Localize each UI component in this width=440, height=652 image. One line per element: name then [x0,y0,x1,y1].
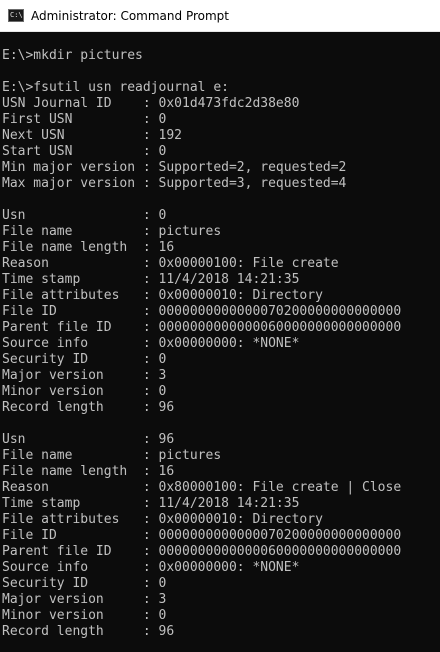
console-line: File attributes : 0x00000010: Directory [2,512,323,527]
console-line: File name length : 16 [2,240,175,255]
console-line: File name length : 16 [2,464,175,479]
console-line: Time stamp : 11/4/2018 14:21:35 [2,272,300,287]
console-line: Time stamp : 11/4/2018 14:21:35 [2,496,300,511]
console-line: File ID : 000000000000007020000000000000… [2,304,402,319]
console-line: Record length : 96 [2,624,175,639]
console-line: Record length : 96 [2,400,175,415]
console-line: E:\>mkdir pictures [2,48,143,63]
console-line: Max major version : Supported=3, request… [2,176,347,191]
cmd-icon: C:\ [8,9,24,22]
console-line: File name : pictures [2,224,222,239]
title-bar[interactable]: C:\ Administrator: Command Prompt [0,0,440,32]
window-title: Administrator: Command Prompt [31,9,229,23]
console-line: USN Journal ID : 0x01d473fdc2d38e80 [2,96,300,111]
command-prompt-window: C:\ Administrator: Command Prompt E:\>mk… [0,0,440,652]
console-line: E:\>fsutil usn readjournal e: [2,80,229,95]
console-line: File ID : 000000000000007020000000000000… [2,528,402,543]
console-line: Reason : 0x00000100: File create [2,256,339,271]
console-line: File name : pictures [2,448,222,463]
console-line: Security ID : 0 [2,352,167,367]
console-line: Major version : 3 [2,368,167,383]
console-output[interactable]: E:\>mkdir pictures E:\>fsutil usn readjou… [0,32,440,652]
console-line: Source info : 0x00000000: *NONE* [2,336,300,351]
console-line: Reason : 0x80000100: File create | Close [2,480,402,495]
console-line: Usn : 0 [2,208,167,223]
console-line: File attributes : 0x00000010: Directory [2,288,323,303]
console-line: Parent file ID : 00000000000000600000000… [2,320,402,335]
console-line: Minor version : 0 [2,608,167,623]
console-line: Parent file ID : 00000000000000600000000… [2,544,402,559]
console-line: Source info : 0x00000000: *NONE* [2,560,300,575]
console-line: Major version : 3 [2,592,167,607]
console-line: First USN : 0 [2,112,167,127]
console-line: Start USN : 0 [2,144,167,159]
console-line: Next USN : 192 [2,128,183,143]
console-line: Security ID : 0 [2,576,167,591]
console-line: Usn : 96 [2,432,175,447]
console-line: Minor version : 0 [2,384,167,399]
console-line: Min major version : Supported=2, request… [2,160,347,175]
